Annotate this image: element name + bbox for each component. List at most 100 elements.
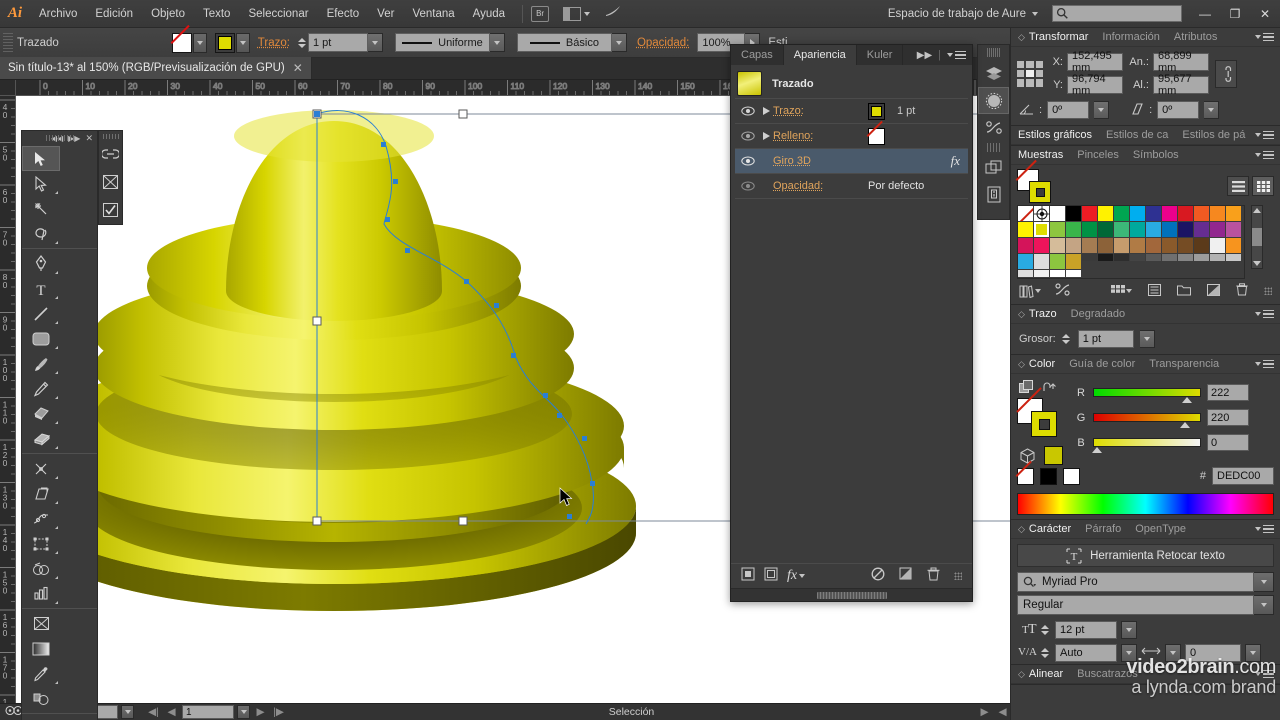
tool-shape-builder[interactable] [22,556,60,581]
swatch-cell[interactable] [1066,254,1082,270]
tool-mesh[interactable] [22,611,60,636]
tab-parrafo[interactable]: Párrafo [1078,520,1128,538]
shear-angle-dropdown[interactable] [1204,101,1220,119]
appearance-stroke-label[interactable]: Trazo: [773,105,868,117]
leading-field[interactable]: Auto [1055,643,1117,662]
swatch-cell[interactable] [1018,206,1034,222]
swatch-cell[interactable] [1018,254,1034,270]
swatch-cell[interactable] [1194,206,1210,222]
tool-direct-selection[interactable] [22,171,60,196]
appearance-row-stroke[interactable]: Trazo: 1 pt [735,99,968,124]
tool-selection[interactable] [22,146,60,171]
swatch-cell[interactable] [1178,206,1194,222]
channel-value-r[interactable]: 222 [1207,384,1249,401]
swatch-cell[interactable] [1098,238,1114,254]
visibility-eye-icon[interactable] [737,106,759,116]
white-swatch[interactable] [1063,467,1080,485]
swatch-cell[interactable] [1066,222,1082,238]
disclosure-triangle-icon[interactable] [759,107,773,115]
swatch-cell[interactable] [1226,206,1242,222]
kuler-icon[interactable] [978,114,1009,141]
toolbox-header[interactable]: ◀◀ ▶▶ ✕ [22,131,97,146]
new-swatch-icon[interactable] [1207,283,1220,299]
toolbox-close-icon[interactable]: ✕ [85,133,93,144]
swatch-cell[interactable] [1146,238,1162,254]
appearance-row-fill[interactable]: Relleno: [735,124,968,149]
tool-scale[interactable] [22,481,60,506]
expand-panels-icon[interactable]: ▶▶ [917,50,932,61]
tab-transparencia[interactable]: Transparencia [1142,355,1226,373]
first-artboard-button[interactable]: ◀| [146,705,161,719]
font-size-field[interactable]: 12 pt [1055,620,1117,639]
delete-swatch-icon[interactable] [1236,283,1248,299]
channel-value-b[interactable]: 0 [1207,434,1249,451]
swatch-cell[interactable] [1082,254,1098,262]
stroke-weight-dropdown[interactable] [1139,330,1155,348]
brush-definition-dropdown[interactable] [611,33,627,52]
stroke-weight-dropdown[interactable] [367,33,383,52]
clear-appearance-icon[interactable] [871,567,885,584]
swatch-cell[interactable] [1034,270,1050,278]
stroke-weight-input[interactable]: 1 pt [1077,330,1134,348]
swatch-cell[interactable] [1178,254,1194,262]
grid-view-button[interactable] [1252,176,1274,196]
panel-menu-icon[interactable] [1255,359,1274,369]
tool-line-segment[interactable] [22,301,60,326]
swatch-cell[interactable] [1210,222,1226,238]
out-of-gamut-swatch[interactable] [1044,446,1063,465]
swatch-cell[interactable] [1146,222,1162,238]
brush-definition-field[interactable]: Básico [516,33,612,52]
tool-width[interactable] [22,506,60,531]
fx-icon[interactable]: fx [951,153,968,169]
transform-height-field[interactable]: 95,677 mm [1153,73,1209,97]
status-menu-button[interactable]: ▶ [977,705,992,719]
swatch-cell[interactable] [1210,206,1226,222]
tab-pinceles[interactable]: Pinceles [1070,146,1126,164]
tab-estilos-caracter[interactable]: Estilos de ca [1099,126,1175,144]
menu-archivo[interactable]: Archivo [30,0,86,28]
font-family-combo[interactable]: Myriad Pro [1017,572,1274,592]
appearance-stroke-weight[interactable]: 1 pt [897,105,915,117]
tab-estilos-graficos[interactable]: Estilos gráficos [1011,126,1099,144]
fill-stroke-proxy-icon[interactable] [1019,380,1034,394]
swatch-cell[interactable] [1162,238,1178,254]
color-fill-swatch[interactable] [1031,411,1057,437]
workspace-label[interactable]: Espacio de trabajo de Aure [888,8,1026,20]
font-style-field[interactable]: Regular [1017,595,1254,615]
swatch-cell[interactable] [1130,254,1146,262]
stroke-dropdown[interactable] [235,32,250,53]
tab-caracter[interactable]: ◇ Carácter [1011,520,1078,538]
scrollbar-thumb[interactable] [1252,228,1262,246]
menu-edicion[interactable]: Edición [86,0,142,28]
stroke-profile-field[interactable]: Uniforme [394,33,490,52]
resize-grip[interactable] [1264,287,1272,295]
reference-point-selector[interactable] [1017,60,1043,87]
menu-ventana[interactable]: Ventana [403,0,463,28]
tool-gradient[interactable] [22,636,60,661]
tab-simbolos[interactable]: Símbolos [1126,146,1186,164]
leading-dropdown[interactable] [1121,643,1137,662]
slider-knob-g[interactable] [1180,422,1190,428]
search-input[interactable] [1052,5,1182,22]
tool-blend[interactable] [22,686,60,711]
last-artboard-button[interactable]: |▶ [271,705,286,719]
swatch-cell[interactable] [1130,206,1146,222]
artboards-icon[interactable] [978,154,1009,181]
swatch-cell[interactable] [1082,238,1098,254]
scroll-up-icon[interactable] [1253,208,1261,213]
color-slider-b[interactable]: B 0 [1075,434,1274,453]
restore-button[interactable]: ❐ [1220,1,1250,27]
appearance-fill-swatch[interactable] [868,127,885,145]
swatch-cell[interactable] [1018,238,1034,254]
stroke-weight-field[interactable]: 1 pt [307,33,368,52]
swatch-cell[interactable] [1194,222,1210,238]
tab-trazo[interactable]: ◇ Trazo [1011,305,1064,323]
font-family-dropdown[interactable] [1254,572,1274,592]
swatch-cell[interactable] [1146,254,1162,262]
panel-menu-icon[interactable] [947,50,966,60]
swatch-cell[interactable] [1018,270,1034,278]
swatches-fill-stroke[interactable] [1017,169,1061,203]
tool-eyedropper[interactable] [22,661,60,686]
tool-symbol-sprayer[interactable] [22,716,60,720]
slider-track-b[interactable] [1092,438,1201,453]
